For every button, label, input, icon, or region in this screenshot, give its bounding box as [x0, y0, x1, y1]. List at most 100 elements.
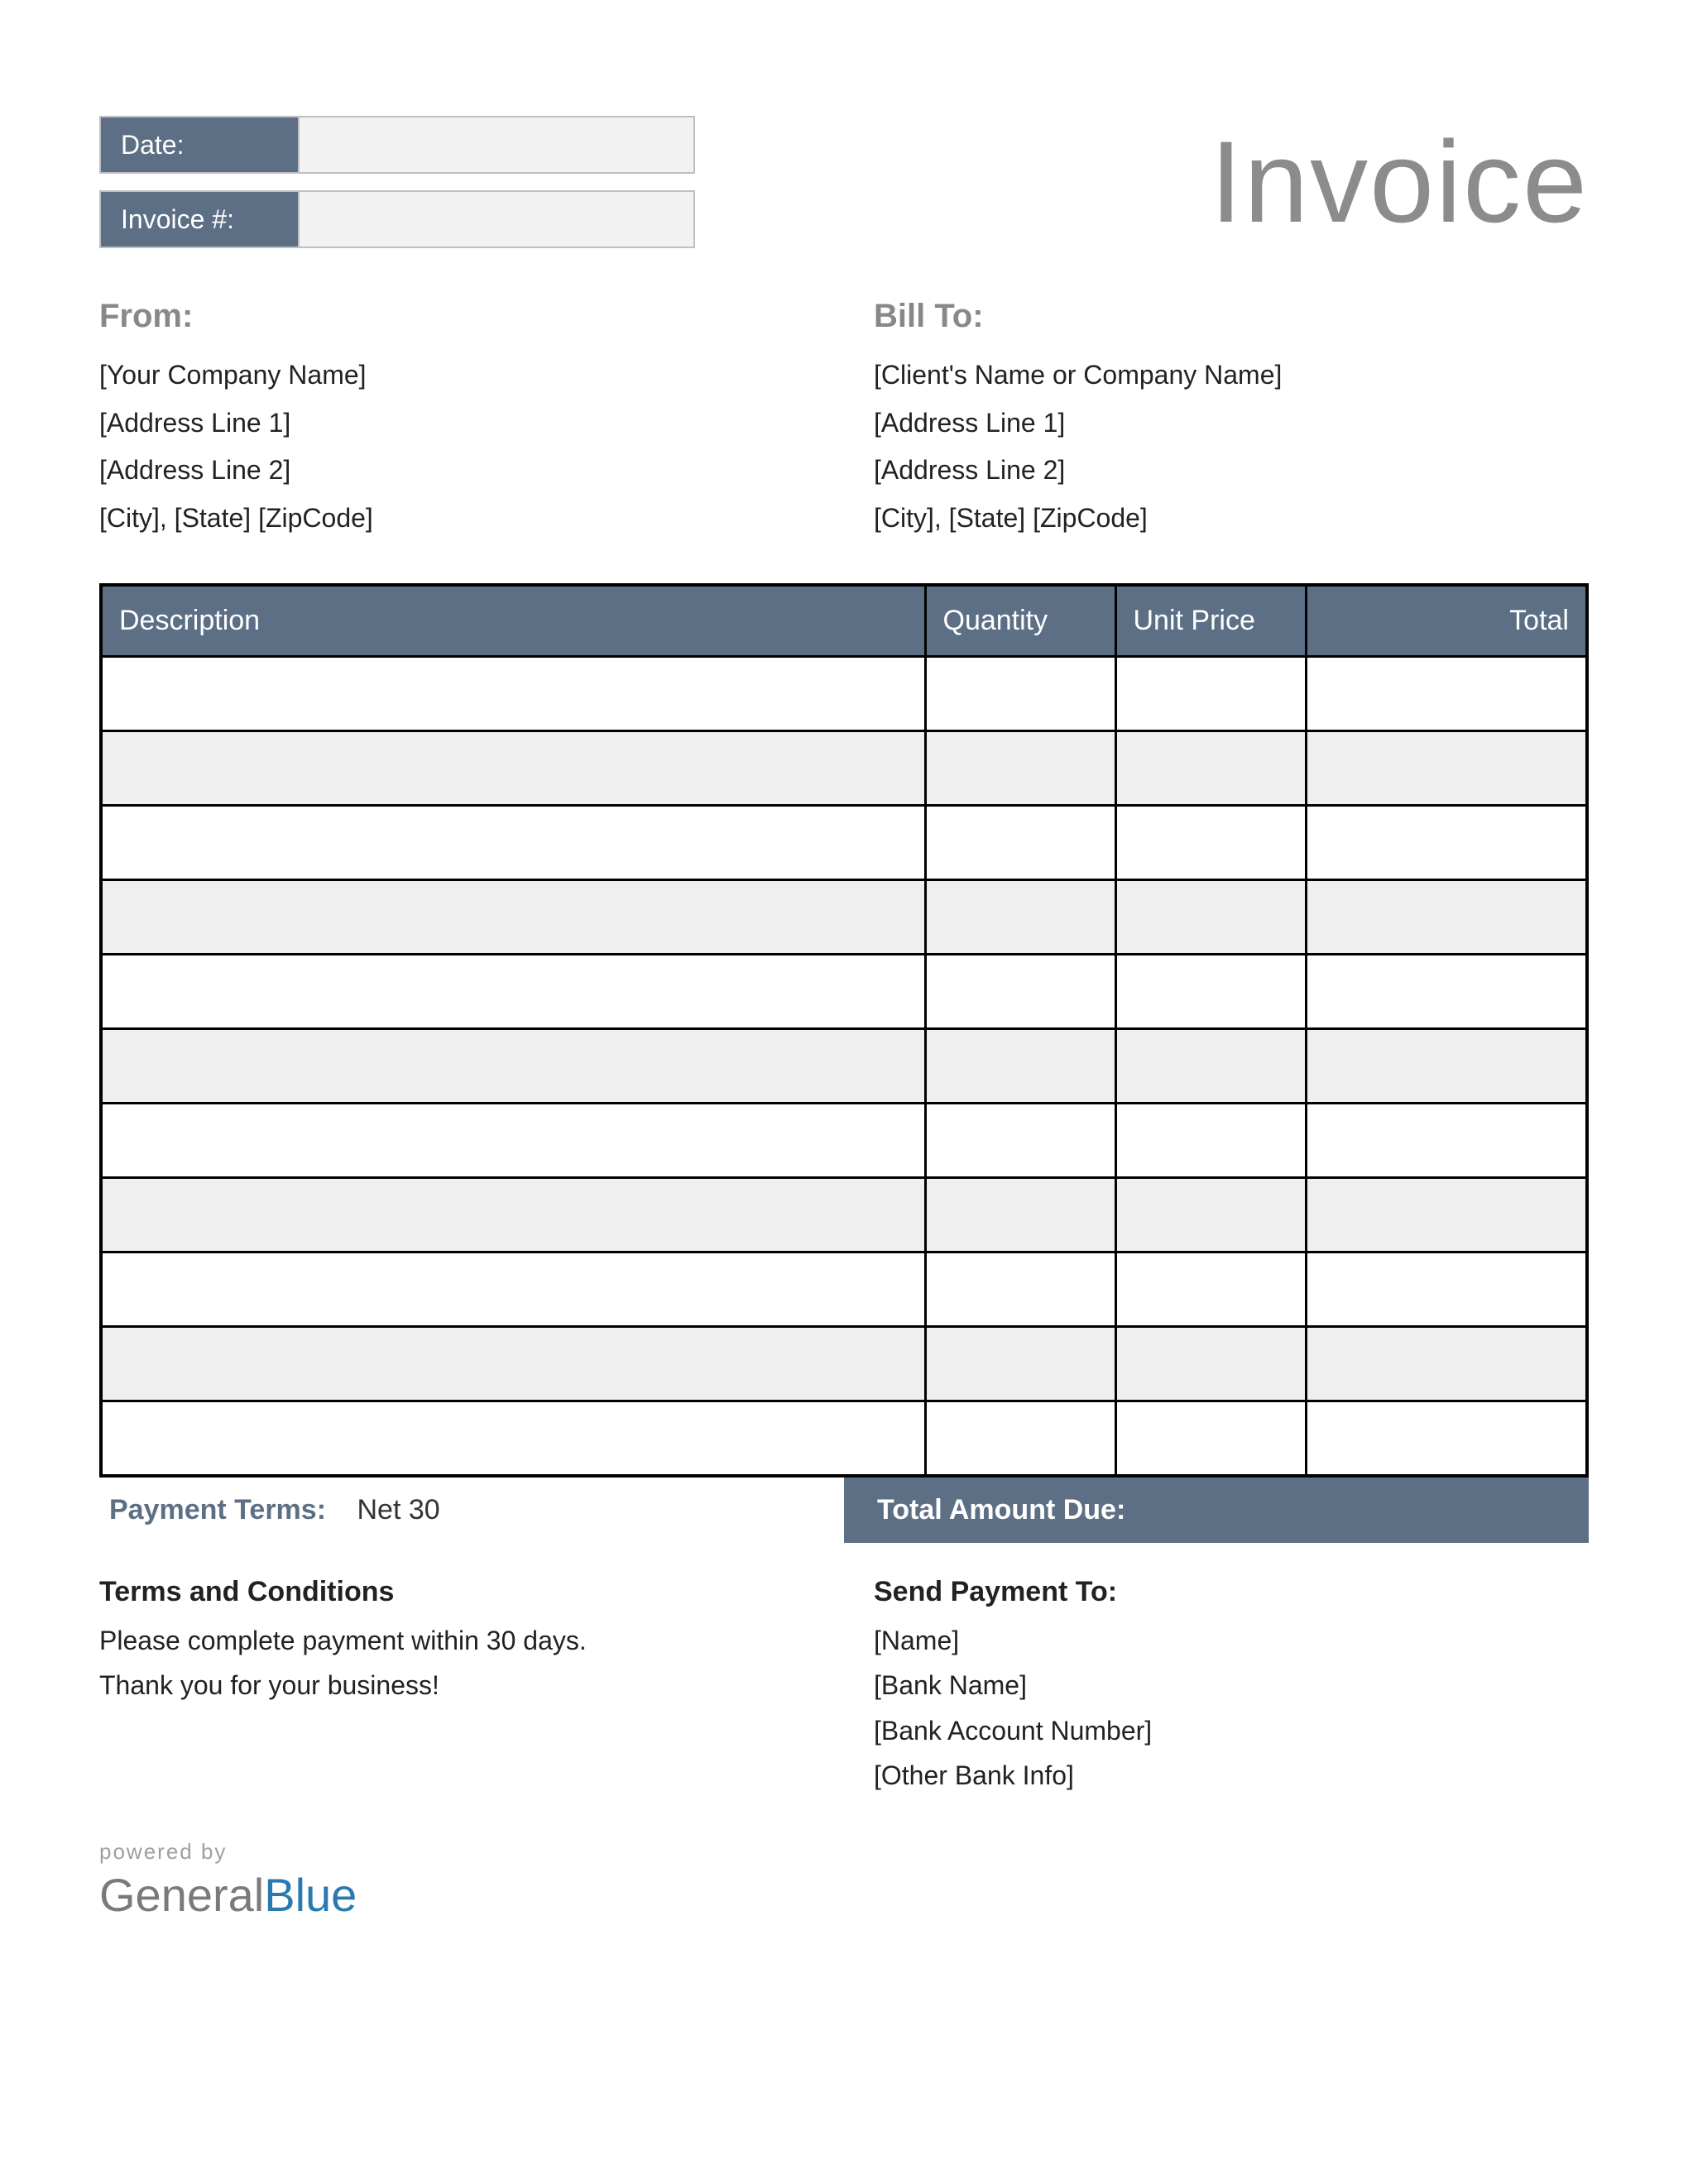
- cell-quantity[interactable]: [925, 806, 1115, 880]
- table-row: [101, 1104, 1587, 1178]
- table-row: [101, 1401, 1587, 1476]
- cell-quantity[interactable]: [925, 1327, 1115, 1401]
- summary-row: Payment Terms: Net 30 Total Amount Due:: [99, 1478, 1589, 1543]
- cell-unit_price[interactable]: [1115, 880, 1306, 955]
- cell-total[interactable]: [1306, 806, 1587, 880]
- meta-block: Date: Invoice #:: [99, 116, 695, 248]
- payment-terms: Payment Terms: Net 30: [99, 1478, 844, 1543]
- table-row: [101, 955, 1587, 1029]
- cell-unit_price[interactable]: [1115, 1104, 1306, 1178]
- date-input[interactable]: [300, 117, 693, 172]
- bill-to-heading: Bill To:: [874, 298, 1589, 335]
- table-row: [101, 1178, 1587, 1252]
- terms-heading: Terms and Conditions: [99, 1576, 814, 1608]
- invoice-number-label: Invoice #:: [101, 192, 300, 247]
- table-row: [101, 880, 1587, 955]
- col-unit-price: Unit Price: [1115, 585, 1306, 657]
- send-payment-block: Send Payment To: [Name] [Bank Name] [Ban…: [874, 1576, 1589, 1798]
- cell-quantity[interactable]: [925, 1029, 1115, 1104]
- invoice-number-input[interactable]: [300, 192, 693, 247]
- table-row: [101, 657, 1587, 731]
- cell-description[interactable]: [101, 1029, 925, 1104]
- col-total: Total: [1306, 585, 1587, 657]
- cell-quantity[interactable]: [925, 731, 1115, 806]
- brand-logo: GeneralBlue: [99, 1868, 1589, 1922]
- table-row: [101, 731, 1587, 806]
- cell-unit_price[interactable]: [1115, 1029, 1306, 1104]
- from-heading: From:: [99, 298, 814, 335]
- payment-terms-label: Payment Terms:: [109, 1494, 326, 1525]
- from-block: From: [Your Company Name] [Address Line …: [99, 298, 814, 542]
- table-row: [101, 1327, 1587, 1401]
- cell-total[interactable]: [1306, 880, 1587, 955]
- invoice-number-field: Invoice #:: [99, 190, 695, 248]
- cell-description[interactable]: [101, 806, 925, 880]
- cell-quantity[interactable]: [925, 1178, 1115, 1252]
- cell-quantity[interactable]: [925, 1252, 1115, 1327]
- cell-description[interactable]: [101, 1401, 925, 1476]
- invoice-page: Date: Invoice #: Invoice From: [Your Com…: [99, 116, 1589, 1922]
- cell-quantity[interactable]: [925, 1104, 1115, 1178]
- send-payment-line: [Bank Name]: [874, 1663, 1589, 1707]
- cell-quantity[interactable]: [925, 880, 1115, 955]
- page-title: Invoice: [1210, 124, 1589, 240]
- address-row: From: [Your Company Name] [Address Line …: [99, 298, 1589, 542]
- cell-total[interactable]: [1306, 1178, 1587, 1252]
- cell-description[interactable]: [101, 657, 925, 731]
- cell-description[interactable]: [101, 731, 925, 806]
- cell-quantity[interactable]: [925, 1401, 1115, 1476]
- cell-unit_price[interactable]: [1115, 1178, 1306, 1252]
- cell-total[interactable]: [1306, 1029, 1587, 1104]
- cell-unit_price[interactable]: [1115, 731, 1306, 806]
- send-payment-line: [Other Bank Info]: [874, 1753, 1589, 1798]
- cell-unit_price[interactable]: [1115, 1327, 1306, 1401]
- cell-description[interactable]: [101, 1252, 925, 1327]
- cell-total[interactable]: [1306, 731, 1587, 806]
- cell-description[interactable]: [101, 1327, 925, 1401]
- cell-unit_price[interactable]: [1115, 955, 1306, 1029]
- payment-terms-value: Net 30: [357, 1494, 439, 1525]
- brand-name-part1: General: [99, 1869, 264, 1921]
- cell-description[interactable]: [101, 955, 925, 1029]
- total-amount-due: Total Amount Due:: [844, 1478, 1589, 1543]
- table-row: [101, 806, 1587, 880]
- cell-total[interactable]: [1306, 955, 1587, 1029]
- send-payment-heading: Send Payment To:: [874, 1576, 1589, 1608]
- cell-total[interactable]: [1306, 1252, 1587, 1327]
- cell-quantity[interactable]: [925, 657, 1115, 731]
- cell-total[interactable]: [1306, 1401, 1587, 1476]
- cell-unit_price[interactable]: [1115, 1401, 1306, 1476]
- cell-description[interactable]: [101, 1178, 925, 1252]
- cell-quantity[interactable]: [925, 955, 1115, 1029]
- cell-unit_price[interactable]: [1115, 1252, 1306, 1327]
- from-line: [Address Line 2]: [99, 447, 814, 495]
- col-quantity: Quantity: [925, 585, 1115, 657]
- bill-to-block: Bill To: [Client's Name or Company Name]…: [874, 298, 1589, 542]
- from-line: [Your Company Name]: [99, 352, 814, 400]
- date-label: Date:: [101, 117, 300, 172]
- bill-to-line: [Address Line 2]: [874, 447, 1589, 495]
- header-row: Date: Invoice #: Invoice: [99, 116, 1589, 248]
- cell-unit_price[interactable]: [1115, 806, 1306, 880]
- table-row: [101, 1029, 1587, 1104]
- brand-block: powered by GeneralBlue: [99, 1839, 1589, 1922]
- bill-to-line: [Address Line 1]: [874, 400, 1589, 448]
- send-payment-line: [Name]: [874, 1618, 1589, 1663]
- date-field: Date:: [99, 116, 695, 174]
- terms-line: Thank you for your business!: [99, 1663, 814, 1707]
- cell-unit_price[interactable]: [1115, 657, 1306, 731]
- table-row: [101, 1252, 1587, 1327]
- terms-line: Please complete payment within 30 days.: [99, 1618, 814, 1663]
- footer-row: Terms and Conditions Please complete pay…: [99, 1576, 1589, 1798]
- from-line: [City], [State] [ZipCode]: [99, 495, 814, 543]
- bill-to-line: [Client's Name or Company Name]: [874, 352, 1589, 400]
- bill-to-line: [City], [State] [ZipCode]: [874, 495, 1589, 543]
- cell-total[interactable]: [1306, 1327, 1587, 1401]
- terms-block: Terms and Conditions Please complete pay…: [99, 1576, 814, 1798]
- cell-total[interactable]: [1306, 657, 1587, 731]
- cell-description[interactable]: [101, 880, 925, 955]
- cell-total[interactable]: [1306, 1104, 1587, 1178]
- from-line: [Address Line 1]: [99, 400, 814, 448]
- cell-description[interactable]: [101, 1104, 925, 1178]
- table-header-row: Description Quantity Unit Price Total: [101, 585, 1587, 657]
